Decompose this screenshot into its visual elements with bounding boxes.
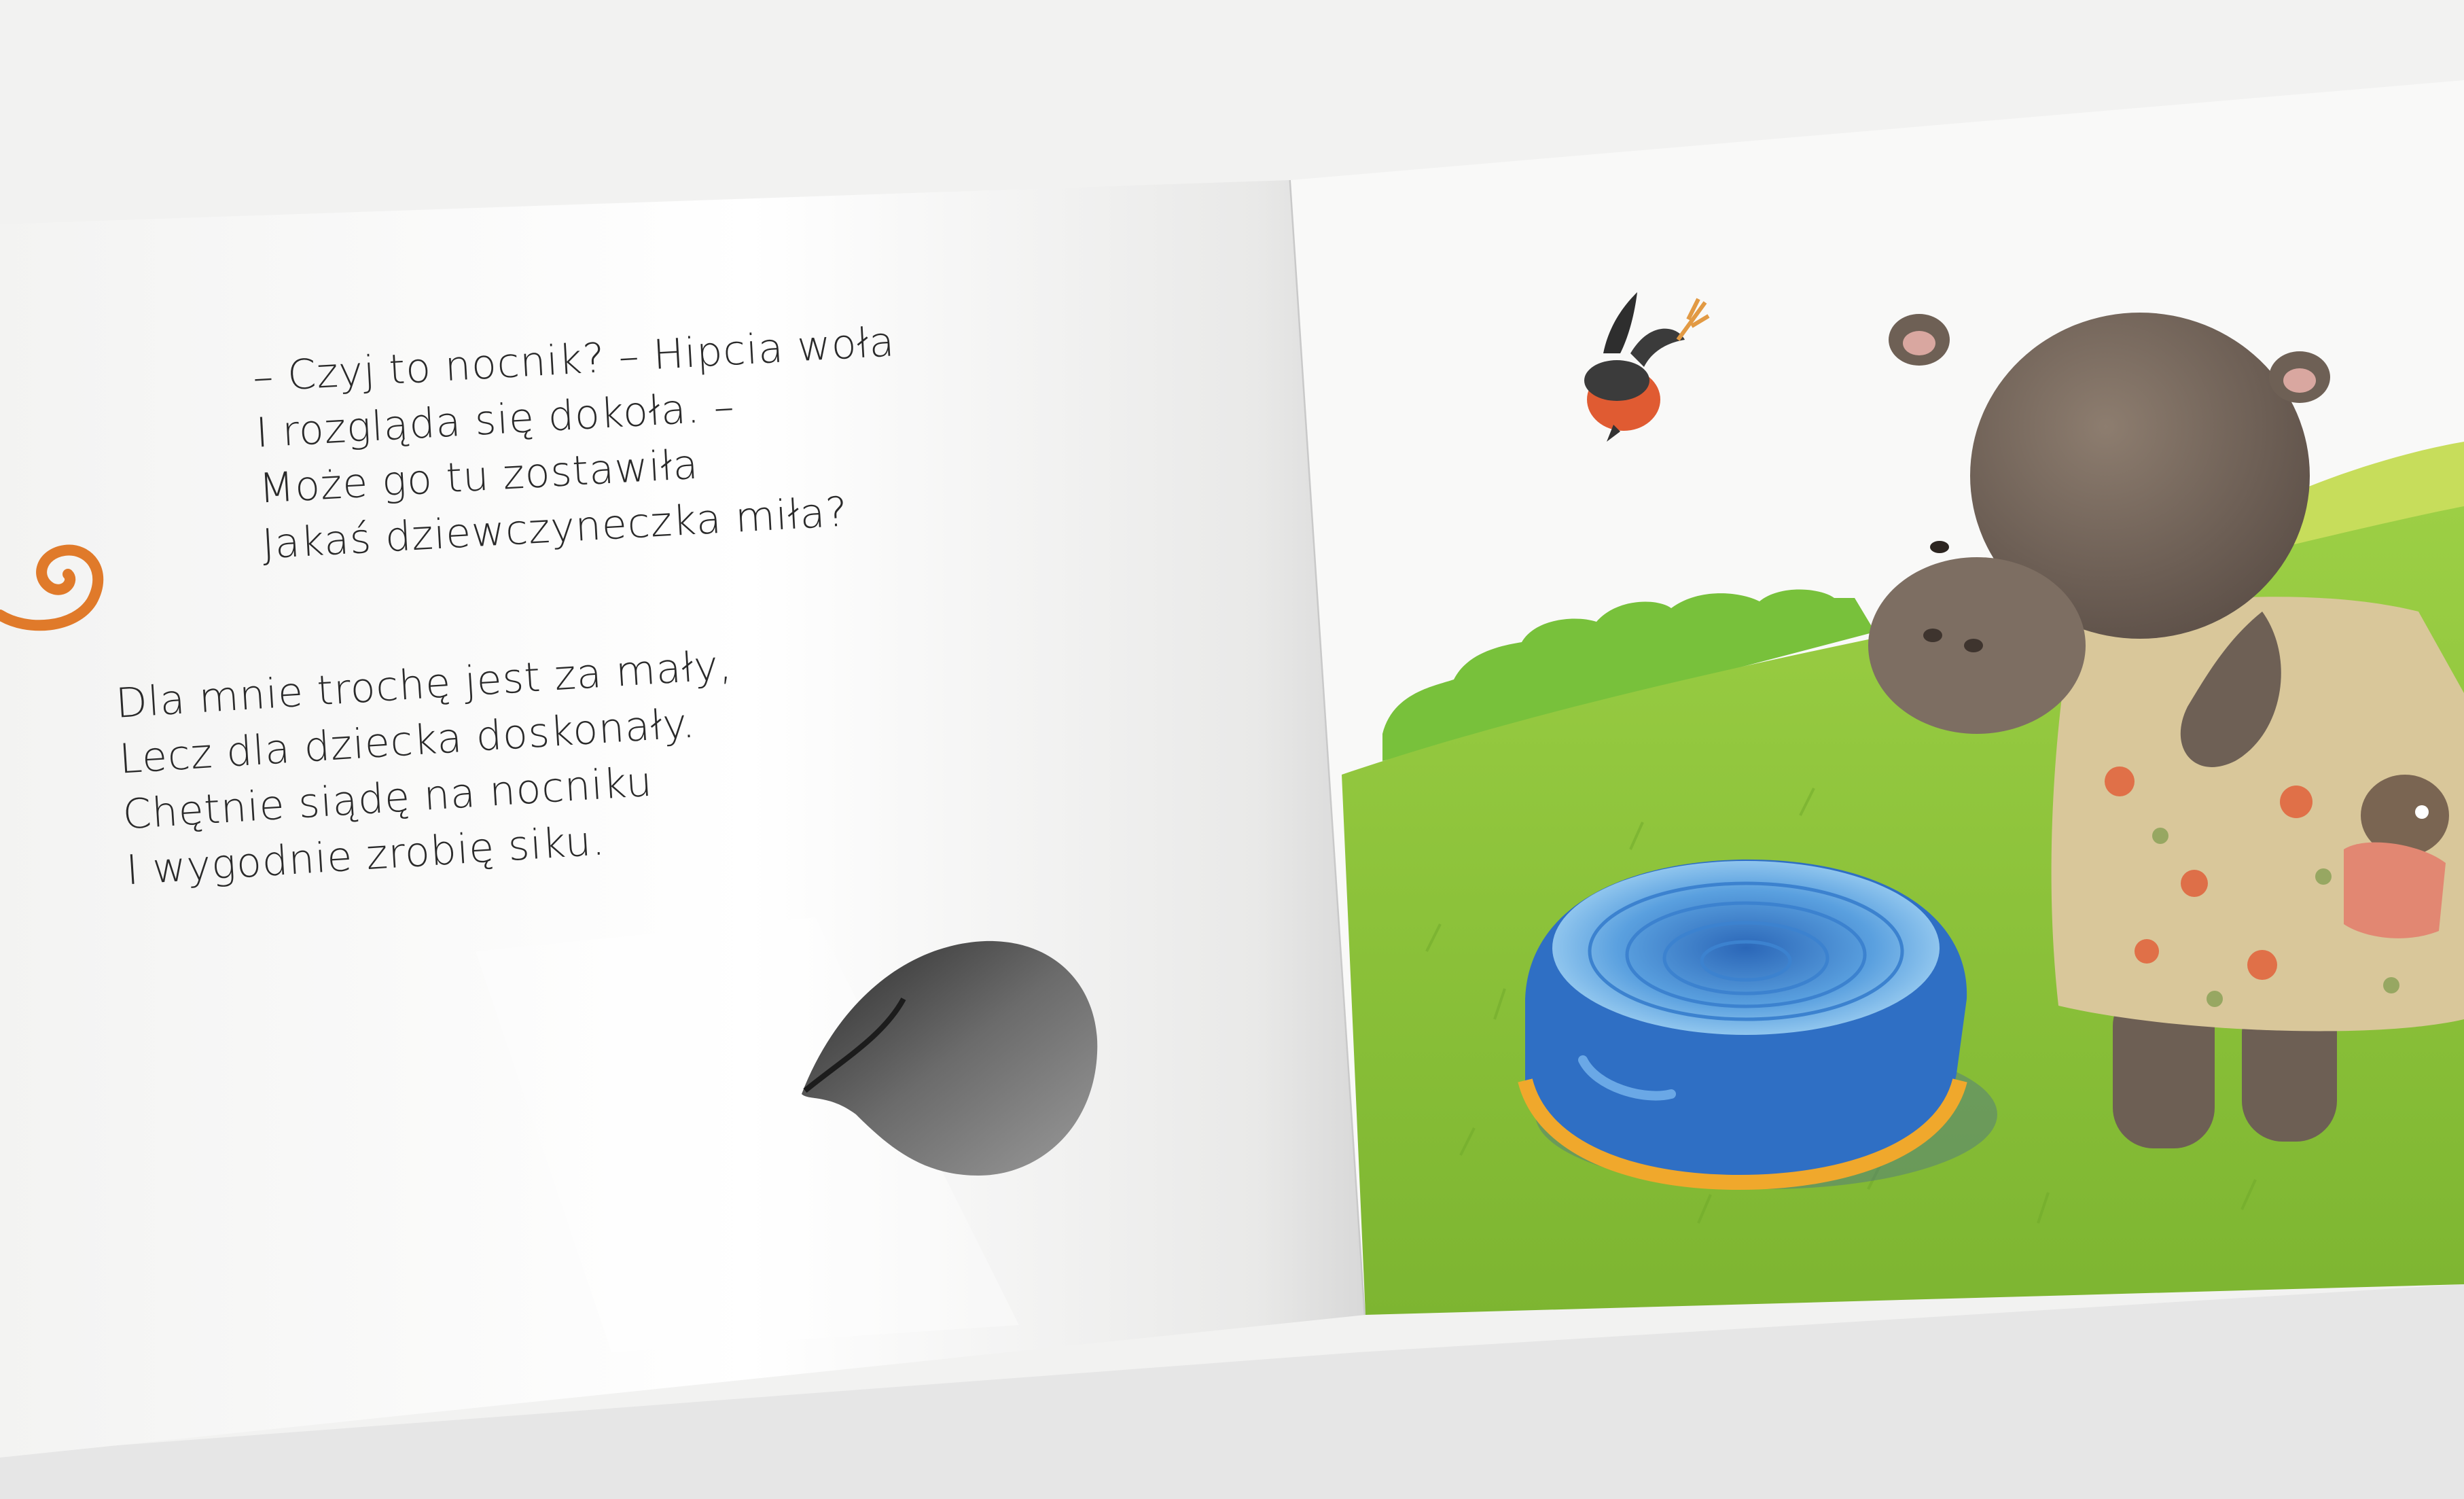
verse-stanza-1: – Czyj to nocnik? – Hipcia woła I rozglą… (251, 314, 906, 572)
right-page (1291, 80, 2464, 1315)
book-photo: – Czyj to nocnik? – Hipcia woła I rozglą… (0, 0, 2464, 1499)
verse-stanza-2: Dla mnie trochę jest za mały, Lecz dla d… (114, 637, 745, 898)
